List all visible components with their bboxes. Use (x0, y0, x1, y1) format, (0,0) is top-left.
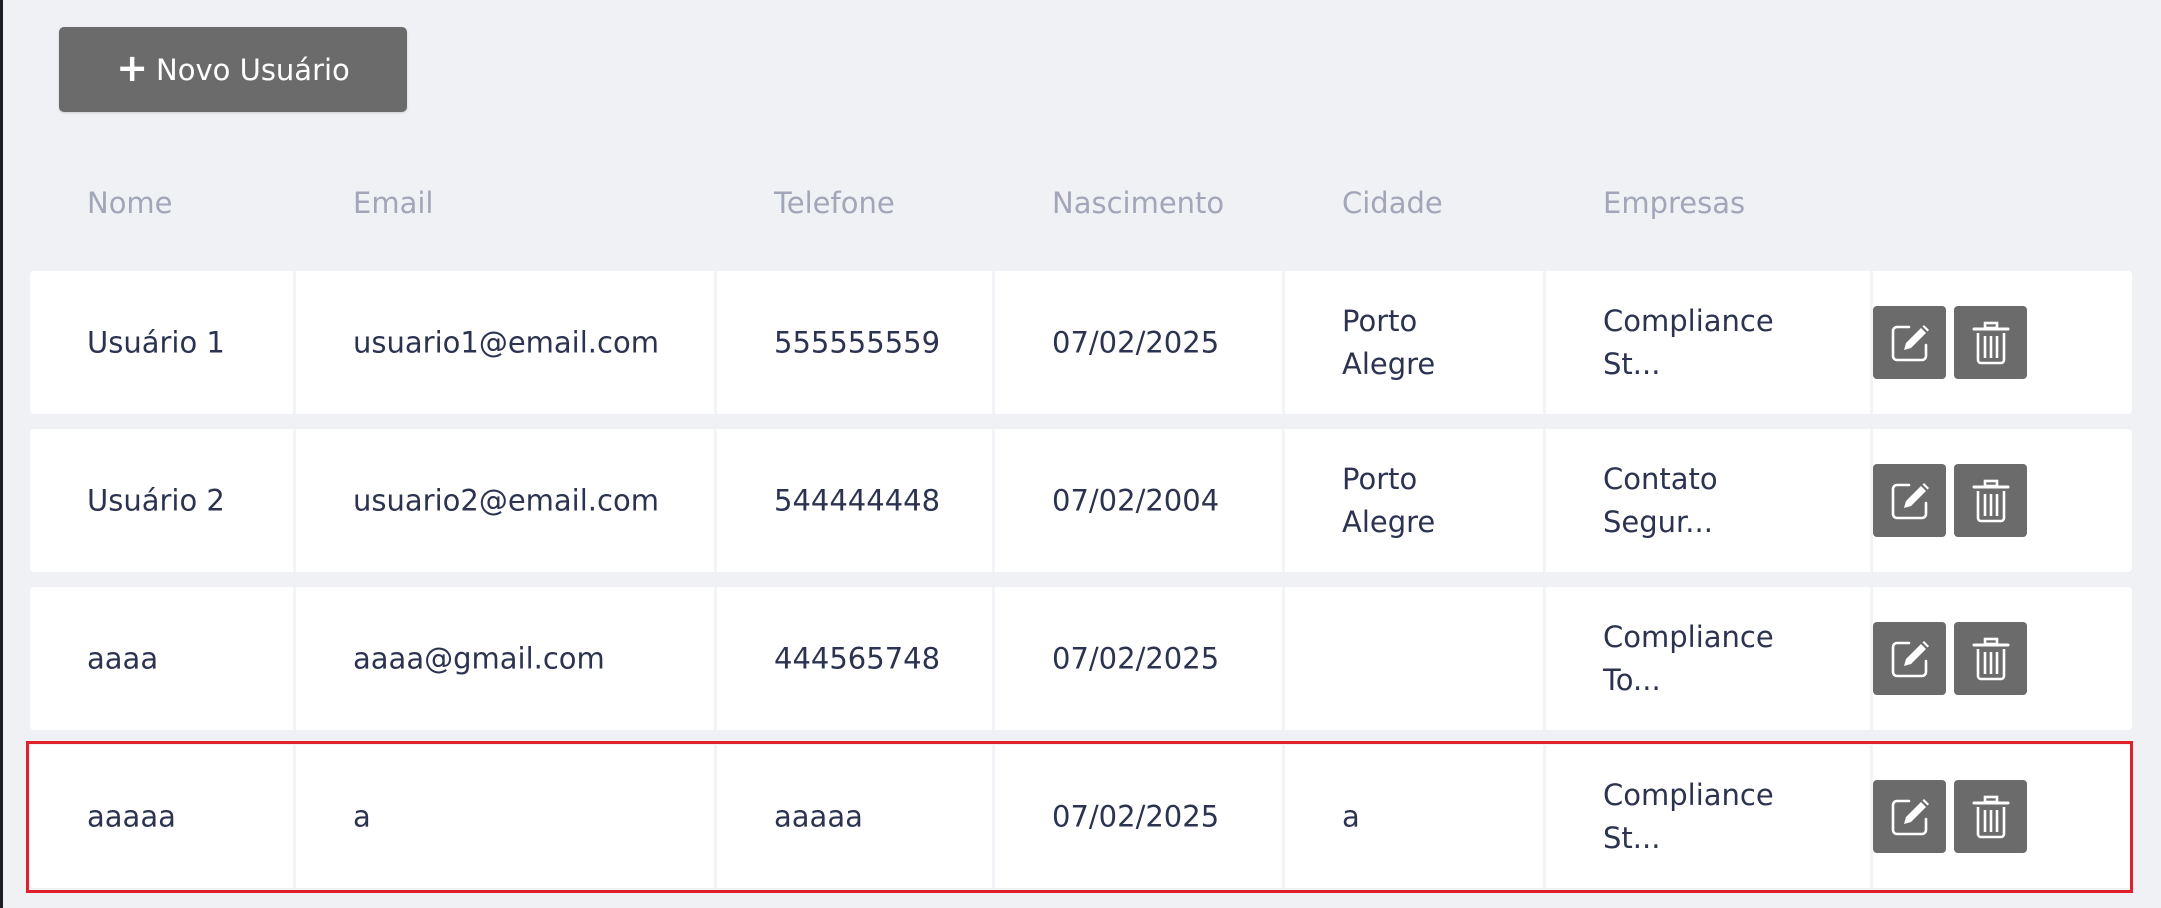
edit-button[interactable] (1873, 306, 1946, 379)
column-divider (714, 429, 717, 572)
column-header-nome: Nome (87, 186, 173, 220)
column-divider (1282, 587, 1285, 730)
new-user-button[interactable]: + Novo Usuário (59, 27, 407, 112)
cell-nascimento: 07/02/2025 (1052, 325, 1220, 359)
cell-email: usuario1@email.com (353, 325, 659, 359)
column-header-nascimento: Nascimento (1052, 186, 1225, 220)
cell-nome: Usuário 1 (87, 325, 225, 359)
delete-button[interactable] (1954, 464, 2027, 537)
column-divider (1282, 271, 1285, 414)
cell-telefone: 544444448 (774, 483, 941, 517)
table-row[interactable]: Usuário 2 usuario2@email.com 544444448 0… (30, 429, 2132, 572)
delete-button[interactable] (1954, 622, 2027, 695)
column-divider (992, 271, 995, 414)
table-row[interactable]: Usuário 1 usuario1@email.com 555555559 0… (30, 271, 2132, 414)
window-left-edge (0, 0, 3, 908)
column-divider (1543, 429, 1546, 572)
column-header-email: Email (353, 186, 434, 220)
cell-nascimento: 07/02/2004 (1052, 483, 1220, 517)
edit-button[interactable] (1873, 464, 1946, 537)
new-user-button-label: Novo Usuário (156, 52, 350, 87)
edit-icon (1891, 482, 1929, 519)
edit-icon (1891, 324, 1929, 361)
cell-cidade: a (1342, 799, 1360, 833)
column-header-empresas: Empresas (1603, 186, 1746, 220)
cell-email: aaaa@gmail.com (353, 641, 605, 675)
column-divider (992, 587, 995, 730)
table-row[interactable]: aaaa aaaa@gmail.com 444565748 07/02/2025… (30, 587, 2132, 730)
column-divider (1282, 745, 1285, 888)
cell-nascimento: 07/02/2025 (1052, 799, 1220, 833)
table-header: Nome Email Telefone Nascimento Cidade Em… (0, 186, 2161, 226)
cell-empresas: Compliance To... (1603, 619, 1774, 697)
column-divider (1543, 745, 1546, 888)
cell-nascimento: 07/02/2025 (1052, 641, 1220, 675)
trash-icon (1972, 321, 2009, 364)
edit-icon (1891, 640, 1929, 677)
edit-button[interactable] (1873, 780, 1946, 853)
cell-empresas: Compliance St... (1603, 777, 1774, 855)
column-divider (1543, 271, 1546, 414)
plus-icon: + (116, 45, 149, 90)
cell-empresas: Contato Segur... (1603, 461, 1718, 539)
cell-telefone: 555555559 (774, 325, 941, 359)
delete-button[interactable] (1954, 306, 2027, 379)
column-divider (992, 429, 995, 572)
cell-empresas: Compliance St... (1603, 303, 1774, 381)
cell-telefone: aaaaa (774, 799, 863, 833)
column-divider (714, 587, 717, 730)
trash-icon (1972, 479, 2009, 522)
column-divider (1282, 429, 1285, 572)
cell-telefone: 444565748 (774, 641, 941, 675)
column-divider (293, 587, 296, 730)
cell-nome: aaaaa (87, 799, 176, 833)
trash-icon (1972, 795, 2009, 838)
column-divider (293, 271, 296, 414)
column-divider (293, 745, 296, 888)
column-header-cidade: Cidade (1342, 186, 1443, 220)
column-header-telefone: Telefone (774, 186, 895, 220)
edit-button[interactable] (1873, 622, 1946, 695)
trash-icon (1972, 637, 2009, 680)
cell-cidade: Porto Alegre (1342, 303, 1436, 381)
column-divider (992, 745, 995, 888)
cell-email: usuario2@email.com (353, 483, 659, 517)
cell-cidade: Porto Alegre (1342, 461, 1436, 539)
column-divider (293, 429, 296, 572)
table-row[interactable]: aaaaa a aaaaa 07/02/2025 a Compliance St… (30, 745, 2132, 888)
column-divider (714, 271, 717, 414)
cell-nome: Usuário 2 (87, 483, 225, 517)
delete-button[interactable] (1954, 780, 2027, 853)
column-divider (1543, 587, 1546, 730)
cell-email: a (353, 799, 371, 833)
cell-nome: aaaa (87, 641, 159, 675)
column-divider (714, 745, 717, 888)
edit-icon (1891, 798, 1929, 835)
